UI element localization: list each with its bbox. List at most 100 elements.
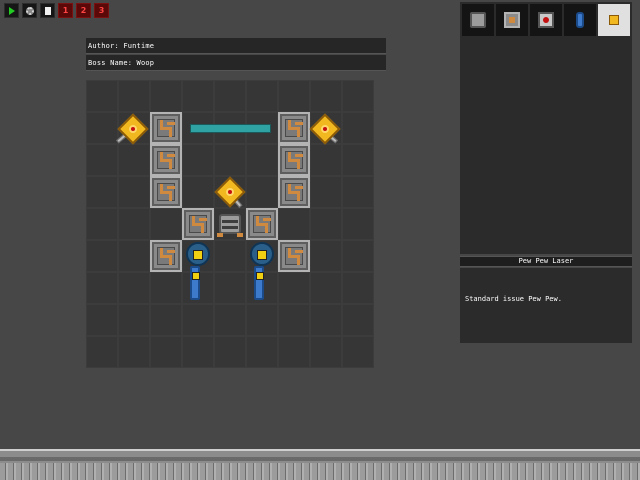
grid-cell[interactable] bbox=[310, 304, 342, 336]
grid-cell[interactable] bbox=[150, 272, 182, 304]
grid-cell[interactable] bbox=[214, 240, 246, 272]
thruster-block[interactable] bbox=[246, 240, 278, 300]
settings-button[interactable] bbox=[22, 3, 37, 18]
grid-cell[interactable] bbox=[118, 144, 150, 176]
grid-cell[interactable] bbox=[182, 336, 214, 368]
parts-panel bbox=[460, 2, 632, 254]
grid-cell[interactable] bbox=[342, 208, 374, 240]
grid-cell[interactable] bbox=[86, 272, 118, 304]
grid-cell[interactable] bbox=[118, 240, 150, 272]
grid-cell[interactable] bbox=[342, 240, 374, 272]
grid-cell[interactable] bbox=[310, 336, 342, 368]
grid-cell[interactable] bbox=[86, 208, 118, 240]
laser-block[interactable] bbox=[116, 112, 149, 145]
grid-cell[interactable] bbox=[278, 80, 310, 112]
tab-thruster[interactable] bbox=[564, 4, 596, 36]
grid-cell[interactable] bbox=[278, 304, 310, 336]
grid-cell[interactable] bbox=[86, 80, 118, 112]
grid-cell[interactable] bbox=[278, 336, 310, 368]
armor-block[interactable] bbox=[150, 144, 182, 176]
laser-eye-icon bbox=[321, 125, 329, 133]
grid-cell[interactable] bbox=[342, 144, 374, 176]
grid-cell[interactable] bbox=[86, 336, 118, 368]
grid-cell[interactable] bbox=[150, 80, 182, 112]
slot-1-button[interactable]: 1 bbox=[58, 3, 73, 18]
grid-cell[interactable] bbox=[310, 176, 342, 208]
author-field[interactable]: Author: Funtime bbox=[86, 38, 386, 54]
play-button[interactable] bbox=[4, 3, 19, 18]
grid-cell[interactable] bbox=[278, 208, 310, 240]
slot-1-label: 1 bbox=[62, 5, 69, 15]
grid-cell[interactable] bbox=[342, 176, 374, 208]
armor-block[interactable] bbox=[278, 112, 310, 144]
grid-cell[interactable] bbox=[246, 176, 278, 208]
slot-2-button[interactable]: 2 bbox=[76, 3, 91, 18]
grid-cell[interactable] bbox=[342, 272, 374, 304]
boss-name-field[interactable]: Boss Name: Woop bbox=[86, 55, 386, 71]
grid-cell[interactable] bbox=[214, 144, 246, 176]
grid-cell[interactable] bbox=[342, 304, 374, 336]
armor-block[interactable] bbox=[150, 176, 182, 208]
armor-block[interactable] bbox=[150, 240, 182, 272]
grid-cell[interactable] bbox=[310, 144, 342, 176]
laser-block[interactable] bbox=[213, 175, 246, 208]
grid-cell[interactable] bbox=[150, 208, 182, 240]
grid-cell[interactable] bbox=[310, 80, 342, 112]
armor-block[interactable] bbox=[150, 112, 182, 144]
tab-laser-block[interactable] bbox=[530, 4, 562, 36]
grid-cell[interactable] bbox=[342, 112, 374, 144]
grid-cell[interactable] bbox=[214, 272, 246, 304]
armor-block[interactable] bbox=[278, 176, 310, 208]
new-button[interactable] bbox=[40, 3, 55, 18]
core-foot bbox=[237, 233, 243, 237]
armor-block[interactable] bbox=[182, 208, 214, 240]
grid-cell[interactable] bbox=[342, 80, 374, 112]
tab-core[interactable] bbox=[462, 4, 494, 36]
slot-3-button[interactable]: 3 bbox=[94, 3, 109, 18]
grid-cell[interactable] bbox=[118, 304, 150, 336]
armor-block[interactable] bbox=[278, 240, 310, 272]
rail-ties bbox=[0, 463, 640, 480]
grid-cell[interactable] bbox=[246, 336, 278, 368]
grid-cell[interactable] bbox=[246, 80, 278, 112]
grid-cell[interactable] bbox=[310, 240, 342, 272]
grid-cell[interactable] bbox=[182, 176, 214, 208]
grid-cell[interactable] bbox=[150, 336, 182, 368]
health-bar bbox=[190, 124, 271, 133]
grid-cell[interactable] bbox=[86, 176, 118, 208]
grid-cell[interactable] bbox=[214, 80, 246, 112]
grid-cell[interactable] bbox=[150, 304, 182, 336]
grid-cell[interactable] bbox=[246, 304, 278, 336]
grid-cell[interactable] bbox=[214, 336, 246, 368]
grid-cell[interactable] bbox=[86, 112, 118, 144]
grid-cell[interactable] bbox=[246, 144, 278, 176]
grid-cell[interactable] bbox=[118, 208, 150, 240]
grid-cell[interactable] bbox=[310, 272, 342, 304]
grid-cell[interactable] bbox=[214, 304, 246, 336]
armor-block[interactable] bbox=[278, 144, 310, 176]
grid-cell[interactable] bbox=[182, 304, 214, 336]
grid-cell[interactable] bbox=[118, 80, 150, 112]
grid-cell[interactable] bbox=[182, 80, 214, 112]
thruster-block[interactable] bbox=[182, 240, 214, 300]
grid-cell[interactable] bbox=[310, 208, 342, 240]
grid-cell[interactable] bbox=[86, 304, 118, 336]
grid-cell[interactable] bbox=[86, 240, 118, 272]
slot-3-label: 3 bbox=[98, 5, 105, 15]
radiation-badge-icon bbox=[256, 272, 264, 280]
grid-cell[interactable] bbox=[342, 336, 374, 368]
laser-block[interactable] bbox=[308, 112, 341, 145]
tab-laser-cannon[interactable] bbox=[598, 4, 630, 36]
grid-cell[interactable] bbox=[118, 336, 150, 368]
grid-cell[interactable] bbox=[86, 144, 118, 176]
tab-armor[interactable] bbox=[496, 4, 528, 36]
armor-block[interactable] bbox=[246, 208, 278, 240]
grid-cell[interactable] bbox=[182, 144, 214, 176]
grid-cell[interactable] bbox=[278, 272, 310, 304]
grid-cell[interactable] bbox=[118, 272, 150, 304]
parts-tabs bbox=[462, 4, 630, 36]
part-title: Pew Pew Laser bbox=[460, 256, 632, 267]
core-block[interactable] bbox=[214, 208, 246, 240]
grid-cell[interactable] bbox=[118, 176, 150, 208]
core-stripe bbox=[222, 226, 238, 229]
